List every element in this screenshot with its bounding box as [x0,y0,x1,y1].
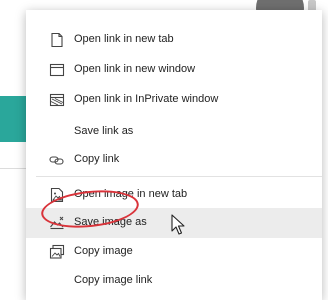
copy-image-icon [48,243,66,261]
background-divider [0,168,26,169]
menu-item-label: Copy image [74,245,133,257]
menu-item-label: Open link in InPrivate window [74,93,219,105]
menu-item-label: Copy link [74,153,120,165]
menu-item-label: Open link in new tab [74,33,174,45]
new-window-icon [48,61,66,79]
background-teal-banner [0,96,26,142]
new-tab-icon [48,31,66,49]
menu-item-label: Open link in new window [74,63,196,75]
context-menu: Open link in new tab Open link in new wi… [26,10,322,300]
menu-item-label: Save link as [74,125,134,137]
menu-item-label: Copy image link [74,274,153,286]
menu-item-copy-image-link[interactable]: Copy image link [26,266,322,296]
menu-item-open-link-new-tab[interactable]: Open link in new tab [26,25,322,55]
menu-item-open-link-inprivate[interactable]: Open link in InPrivate window [26,85,322,115]
link-icon [48,151,66,169]
menu-item-copy-link[interactable]: Copy link [26,145,322,175]
menu-item-open-link-new-window[interactable]: Open link in new window [26,55,322,85]
menu-item-copy-image[interactable]: Copy image [26,237,322,267]
menu-separator [36,176,322,177]
mouse-cursor-icon [171,214,185,235]
menu-item-save-link-as[interactable]: Save link as [26,117,322,147]
inprivate-window-icon [48,91,66,109]
